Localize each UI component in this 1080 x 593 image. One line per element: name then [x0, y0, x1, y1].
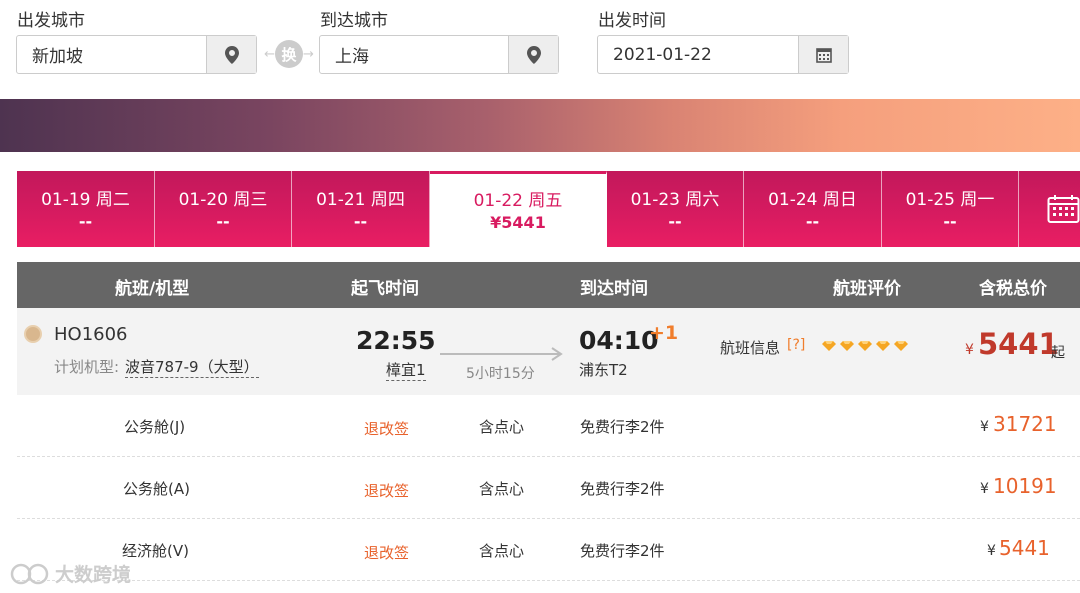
- date-tab-label: 01-21 周四: [316, 190, 405, 210]
- swap-left-arrow-icon: ←: [264, 46, 275, 62]
- from-city-label: 出发城市: [17, 11, 85, 31]
- airline-logo-icon: [24, 325, 42, 343]
- cabin-row[interactable]: 经济舱(V) 退改签 含点心 免费行李2件 ¥ 5441: [17, 519, 1080, 581]
- flight-info-help[interactable]: [?]: [787, 337, 805, 353]
- date-tab-price: ¥5441: [490, 213, 546, 232]
- calendar-icon: [1047, 195, 1080, 223]
- baggage-info: 免费行李2件: [580, 418, 665, 436]
- flight-number: HO1606: [54, 324, 128, 345]
- date-tab-price: --: [805, 212, 820, 231]
- date-tab-price: --: [668, 212, 682, 231]
- meal-info: 含点心: [479, 480, 525, 498]
- date-tab-price: --: [78, 212, 93, 231]
- cabin-name: 公务舱(A): [123, 480, 190, 498]
- date-tab-0123[interactable]: 01-23 周六 --: [607, 171, 744, 247]
- diamond-icon: [840, 341, 854, 351]
- plane-type[interactable]: 波音787-9（大型）: [125, 356, 259, 378]
- arrival-airport: 浦东T2: [579, 361, 628, 379]
- date-tab-price: --: [353, 212, 368, 231]
- flight-arrow-icon: [440, 347, 563, 361]
- calendar-tab[interactable]: [1019, 171, 1080, 247]
- currency-symbol: ¥: [965, 342, 974, 358]
- departure-airport[interactable]: 樟宜1: [386, 359, 426, 381]
- date-tab-label: 01-24 周日: [768, 190, 857, 210]
- diamond-icon: [876, 341, 890, 351]
- from-city-input[interactable]: [17, 36, 205, 73]
- diamond-icon: [858, 341, 872, 351]
- search-bar: 出发城市 ← 换 → 到达城市 出发时间: [0, 0, 1080, 100]
- col-rating[interactable]: 航班评价: [833, 274, 901, 299]
- from-city-field[interactable]: [16, 35, 257, 74]
- plane-type-label: 计划机型:: [54, 358, 120, 376]
- date-input[interactable]: [598, 36, 798, 73]
- watermark-text: 大数跨境: [55, 564, 132, 586]
- refund-change-link[interactable]: 退改签: [364, 418, 409, 439]
- watermark: 大数跨境: [10, 560, 131, 587]
- flight-row[interactable]: HO1606 计划机型: 波音787-9（大型） 22:55 樟宜1 5小时15…: [17, 308, 1080, 395]
- diamond-icon: [822, 341, 836, 351]
- meal-info: 含点心: [479, 418, 525, 436]
- flight-price: 5441: [978, 327, 1059, 361]
- to-city-field[interactable]: [319, 35, 559, 74]
- swap-right-arrow-icon: →: [303, 46, 314, 62]
- promo-banner: [0, 99, 1080, 152]
- col-flight[interactable]: 航班/机型: [115, 274, 189, 299]
- results-table-header: 航班/机型 起飞时间 到达时间 航班评价 含税总价: [17, 262, 1080, 308]
- currency-symbol: ¥: [987, 543, 996, 559]
- swap-icon: 换: [275, 40, 303, 68]
- baggage-info: 免费行李2件: [580, 480, 665, 498]
- date-tab-label: 01-25 周一: [905, 190, 995, 210]
- flight-info-label: 航班信息: [720, 339, 781, 357]
- date-tab-0124[interactable]: 01-24 周日 --: [744, 171, 882, 247]
- date-picker-button[interactable]: [798, 36, 848, 73]
- currency-symbol: ¥: [980, 419, 989, 435]
- date-selector: 01-19 周二 -- 01-20 周三 -- 01-21 周四 -- 01-2…: [17, 171, 1080, 247]
- date-field[interactable]: [597, 35, 849, 74]
- date-tab-0119[interactable]: 01-19 周二 --: [17, 171, 155, 247]
- departure-time: 22:55: [356, 326, 436, 355]
- baggage-info: 免费行李2件: [580, 542, 665, 560]
- cabin-row[interactable]: 公务舱(A) 退改签 含点心 免费行李2件 ¥ 10191: [17, 457, 1080, 519]
- date-tab-0125[interactable]: 01-25 周一 --: [882, 171, 1019, 247]
- flight-duration: 5小时15分: [466, 366, 535, 382]
- cabin-price[interactable]: 5441: [999, 536, 1050, 560]
- date-tab-0121[interactable]: 01-21 周四 --: [292, 171, 430, 247]
- refund-change-link[interactable]: 退改签: [364, 542, 409, 563]
- from-location-button[interactable]: [206, 36, 256, 73]
- to-city-input[interactable]: [320, 36, 508, 73]
- calendar-icon: [815, 47, 832, 63]
- location-pin-icon: [526, 45, 541, 64]
- date-tab-label: 01-23 周六: [630, 190, 720, 210]
- cabin-name: 经济舱(V): [122, 542, 189, 560]
- rating-stars: [822, 341, 908, 351]
- date-tab-0120[interactable]: 01-20 周三 --: [155, 171, 292, 247]
- arrival-time: 04:10: [579, 326, 659, 355]
- date-tab-label: 01-22 周五: [473, 191, 563, 211]
- cabin-price[interactable]: 10191: [993, 474, 1057, 498]
- swap-cities-button[interactable]: ← 换 →: [258, 38, 320, 70]
- cabin-price[interactable]: 31721: [993, 412, 1057, 436]
- meal-info: 含点心: [479, 542, 525, 560]
- to-location-button[interactable]: [508, 36, 558, 73]
- date-tab-label: 01-20 周三: [178, 190, 268, 210]
- date-tab-price: --: [943, 212, 957, 231]
- to-city-label: 到达城市: [320, 11, 388, 31]
- price-suffix: 起: [1051, 345, 1065, 361]
- col-arrival[interactable]: 到达时间: [580, 274, 648, 299]
- location-pin-icon: [224, 45, 239, 64]
- date-tab-0122[interactable]: 01-22 周五 ¥5441: [430, 171, 607, 247]
- col-departure[interactable]: 起飞时间: [351, 274, 419, 299]
- date-label: 出发时间: [598, 11, 666, 31]
- cabin-name: 公务舱(J): [124, 418, 186, 436]
- cabin-row[interactable]: 公务舱(J) 退改签 含点心 免费行李2件 ¥ 31721: [17, 395, 1080, 457]
- currency-symbol: ¥: [980, 481, 989, 497]
- col-price[interactable]: 含税总价: [979, 274, 1047, 299]
- day-offset: +1: [649, 322, 679, 344]
- refund-change-link[interactable]: 退改签: [364, 480, 409, 501]
- diamond-icon: [894, 341, 908, 351]
- date-tab-price: --: [216, 212, 230, 231]
- watermark-logo-icon: [10, 563, 49, 584]
- date-tab-label: 01-19 周二: [41, 190, 130, 210]
